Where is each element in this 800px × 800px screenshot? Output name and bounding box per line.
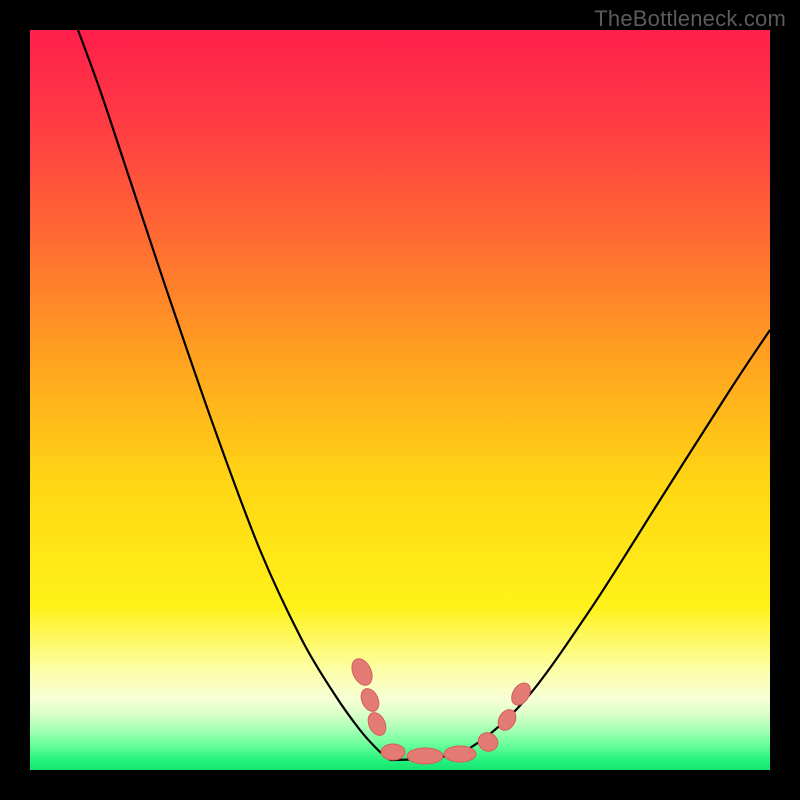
marker-3 xyxy=(381,744,405,760)
chart-svg xyxy=(30,30,770,770)
outer-frame: TheBottleneck.com xyxy=(0,0,800,800)
chart-plot-area xyxy=(30,30,770,770)
watermark-text: TheBottleneck.com xyxy=(594,6,786,32)
marker-5 xyxy=(444,746,476,762)
gradient-background xyxy=(30,30,770,770)
marker-4 xyxy=(407,748,443,764)
